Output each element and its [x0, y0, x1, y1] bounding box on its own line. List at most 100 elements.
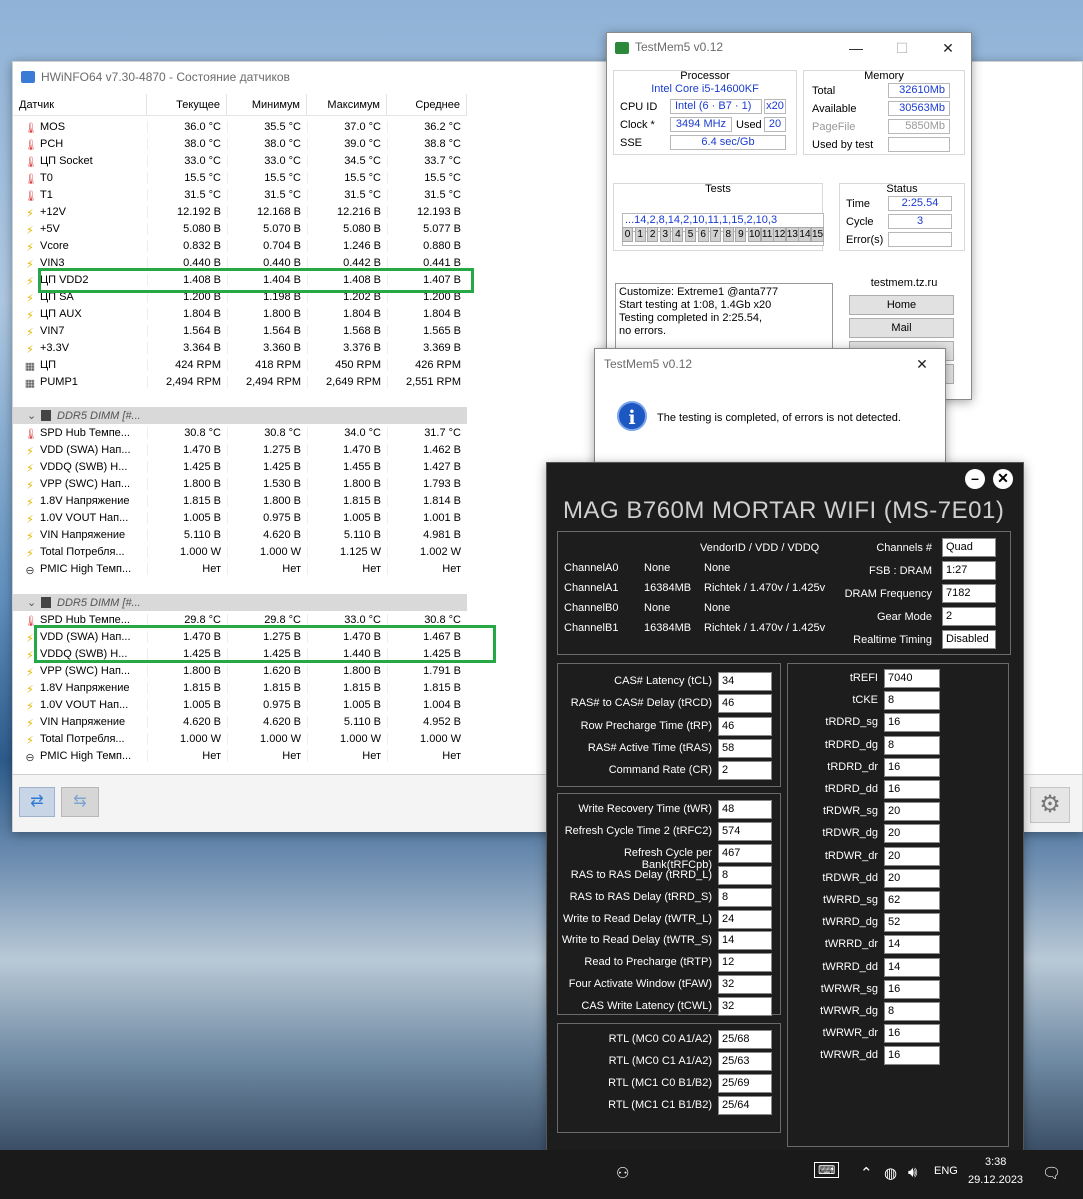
timing-value[interactable]: 20 — [884, 802, 940, 822]
column-average[interactable]: Среднее — [387, 94, 467, 115]
timing-value[interactable]: 574 — [718, 821, 772, 841]
sensor-row[interactable]: ⚡︎ VIN Напряжение 4.620 В 4.620 В 5.110 В 4.9… — [13, 713, 467, 730]
timing-value[interactable]: 14 — [884, 957, 940, 977]
timing-value[interactable]: 14 — [718, 931, 772, 951]
timing-value[interactable]: 20 — [884, 824, 940, 844]
sensor-row[interactable]: ⊖ PMIC High Темп... Нет Нет Нет Нет — [13, 560, 467, 577]
timing-value[interactable]: 46 — [718, 716, 772, 736]
column-sensor[interactable]: Датчик — [13, 94, 147, 115]
timing-value[interactable]: 32 — [718, 975, 772, 995]
sensor-row[interactable]: ⚡︎ 1.0V VOUT Нап... 1.005 В 0.975 В 1.005 В1… — [13, 509, 467, 526]
keyboard-icon[interactable]: ⌨ — [814, 1162, 840, 1178]
timing-value[interactable]: 16 — [884, 757, 940, 777]
volume-icon[interactable]: 🔊︎ — [908, 1164, 917, 1181]
clock-time[interactable]: 3:38 — [985, 1156, 1006, 1168]
column-current[interactable]: Текущее — [147, 94, 227, 115]
timing-value[interactable]: 16 — [884, 979, 940, 999]
sensor-row[interactable]: ⚡︎ Total Потребля... 1.000 W 1.000 W 1.125 W… — [13, 543, 467, 560]
sensor-row[interactable]: ▦ PUMP1 2,494 RPM 2,494 RPM 2,649 RPM 2,551 R… — [13, 373, 467, 390]
sensor-row[interactable]: ⚡︎ VIN7 1.564 В 1.564 В 1.568 В 1.565 В — [13, 322, 467, 339]
timing-value[interactable]: 12 — [718, 953, 772, 973]
timing-value[interactable]: 467 — [718, 843, 772, 863]
timing-value[interactable]: 2 — [718, 761, 772, 781]
sensor-row[interactable]: 🌡︎ MOS 36.0 °C 35.5 °C 37.0 °C 36.2 °C — [13, 118, 467, 135]
sensor-row[interactable]: ⚡︎ VPP (SWC) Нап... 1.800 В 1.620 В 1.800 В1… — [13, 662, 467, 679]
minimize-icon[interactable]: – — [965, 469, 985, 489]
timing-value[interactable]: 8 — [718, 887, 772, 907]
language-indicator[interactable]: ENG — [934, 1165, 958, 1177]
timing-value[interactable]: 20 — [884, 846, 940, 866]
clock-date[interactable]: 29.12.2023 — [968, 1174, 1023, 1186]
maximize-icon[interactable]: ☐ — [879, 33, 925, 63]
info-value[interactable]: 1:27 — [942, 561, 996, 580]
timing-value[interactable]: 34 — [718, 672, 772, 691]
network-globe-icon[interactable]: ◍ — [884, 1164, 897, 1182]
sensor-row[interactable]: ⚡︎ Vcore 0.832 В 0.704 В 1.246 В 0.880 В — [13, 237, 467, 254]
close-icon[interactable]: ✕ — [925, 33, 971, 63]
sensor-row[interactable]: 🌡︎ T0 15.5 °C 15.5 °C 15.5 °C 15.5 °C — [13, 169, 467, 186]
minimize-icon[interactable]: — — [833, 33, 879, 63]
timing-value[interactable]: 25/63 — [718, 1052, 772, 1071]
mail-button[interactable]: Mail — [849, 318, 954, 338]
sensor-row[interactable]: ▦ ЦП 424 RPM 418 RPM 450 RPM 426 RPM — [13, 356, 467, 373]
sensor-row[interactable]: ⚡︎ +3.3V 3.364 В 3.360 В 3.376 В 3.369 В — [13, 339, 467, 356]
testmem-titlebar[interactable]: TestMem5 v0.12 — ☐ ✕ — [607, 33, 971, 60]
sensor-group-header[interactable]: ⌄ DDR5 DIMM [#... — [13, 407, 467, 424]
timing-value[interactable]: 8 — [718, 865, 772, 885]
dialog-close-icon[interactable]: ✕ — [899, 349, 945, 379]
info-value[interactable]: Quad — [942, 538, 996, 557]
timing-value[interactable]: 62 — [884, 891, 940, 910]
timing-value[interactable]: 14 — [884, 935, 940, 955]
info-value[interactable]: 7182 — [942, 584, 996, 603]
close-icon[interactable]: ✕ — [993, 469, 1013, 489]
sensor-row[interactable]: ⚡︎ VDD (SWA) Нап... 1.470 В 1.275 В 1.470 В1… — [13, 441, 467, 458]
sensor-row[interactable]: ⚡︎ 1.0V VOUT Нап... 1.005 В 0.975 В 1.005 В1… — [13, 696, 467, 713]
collapse-arrow-icon[interactable]: ⌄ — [27, 409, 37, 422]
home-button[interactable]: Home — [849, 295, 954, 315]
column-minimum[interactable]: Минимум — [227, 94, 307, 115]
sensor-row[interactable]: ⚡︎ ЦП AUX 1.804 В 1.800 В 1.804 В 1.804 В — [13, 305, 467, 322]
column-maximum[interactable]: Максимум — [307, 94, 387, 115]
dialog-titlebar[interactable]: TestMem5 v0.12 ✕ — [595, 349, 945, 379]
timing-value[interactable]: 25/69 — [718, 1074, 772, 1093]
notification-icon[interactable]: 🗨︎ — [1042, 1164, 1061, 1182]
sensor-row[interactable]: ⚡︎ VPP (SWC) Нап... 1.800 В 1.530 В 1.800 В1… — [13, 475, 467, 492]
sensor-row[interactable]: ⚡︎ 1.8V Напряжение 1.815 В 1.800 В 1.815 В 1.… — [13, 492, 467, 509]
timing-value[interactable]: 16 — [884, 1024, 940, 1044]
timing-value[interactable]: 46 — [718, 694, 772, 714]
expand-arrows-icon[interactable]: ⇄ — [19, 787, 55, 817]
sensor-group-header[interactable]: ⌄ DDR5 DIMM [#... — [13, 594, 467, 611]
timing-value[interactable]: 58 — [718, 738, 772, 758]
sensor-row[interactable]: ⚡︎ 1.8V Напряжение 1.815 В 1.815 В 1.815 В 1.… — [13, 679, 467, 696]
sensor-row[interactable]: 🌡︎ PCH 38.0 °C 38.0 °C 39.0 °C 38.8 °C — [13, 135, 467, 152]
timing-value[interactable]: 52 — [884, 913, 940, 933]
sensor-row[interactable]: ⚡︎ +5V 5.080 В 5.070 В 5.080 В 5.077 В — [13, 220, 467, 237]
timing-value[interactable]: 48 — [718, 800, 772, 819]
collapse-arrow-icon[interactable]: ⌄ — [27, 596, 37, 609]
timing-value[interactable]: 16 — [884, 713, 940, 733]
timing-value[interactable]: 8 — [884, 735, 940, 755]
sensor-row[interactable]: 🌡︎ T1 31.5 °C 31.5 °C 31.5 °C 31.5 °C — [13, 186, 467, 203]
timing-value[interactable]: 16 — [884, 780, 940, 799]
sensor-row[interactable]: ⚡︎ Total Потребля... 1.000 W 1.000 W 1.000 W… — [13, 730, 467, 747]
settings-gear-icon[interactable]: ⚙ — [1030, 787, 1070, 823]
timing-value[interactable]: 16 — [884, 1046, 940, 1066]
timing-value[interactable]: 8 — [884, 691, 940, 711]
timing-value[interactable]: 7040 — [884, 669, 940, 688]
sensor-row[interactable]: 🌡︎ ЦП Socket 33.0 °C 33.0 °C 34.5 °C 33.7 °C — [13, 152, 467, 169]
sensor-row[interactable]: ⚡︎ +12V 12.192 В 12.168 В 12.216 В 12.193 В — [13, 203, 467, 220]
timing-value[interactable]: 32 — [718, 997, 772, 1017]
timing-value[interactable]: 25/64 — [718, 1096, 772, 1115]
sensor-row[interactable]: ⚡︎ VDDQ (SWB) H... 1.425 В 1.425 В 1.455 В 1.… — [13, 458, 467, 475]
timing-value[interactable]: 25/68 — [718, 1030, 772, 1049]
timing-value[interactable]: 8 — [884, 1002, 940, 1021]
timing-value[interactable]: 24 — [718, 909, 772, 929]
people-icon[interactable]: ⚇ — [616, 1164, 629, 1182]
chevron-up-icon[interactable]: ⌃ — [860, 1164, 873, 1182]
sensor-row[interactable]: ⊖ PMIC High Темп... Нет Нет Нет Нет — [13, 747, 467, 764]
info-value[interactable]: Disabled — [942, 630, 996, 649]
timing-value[interactable]: 20 — [884, 868, 940, 888]
sensor-row[interactable]: 🌡︎ SPD Hub Темпе... 30.8 °C 30.8 °C 34.0 °C 3… — [13, 424, 467, 441]
sensor-row[interactable]: ⚡︎ VIN Напряжение 5.110 В 4.620 В 5.110 В 4.9… — [13, 526, 467, 543]
collapse-arrows-icon[interactable]: ⇆ — [61, 787, 99, 817]
